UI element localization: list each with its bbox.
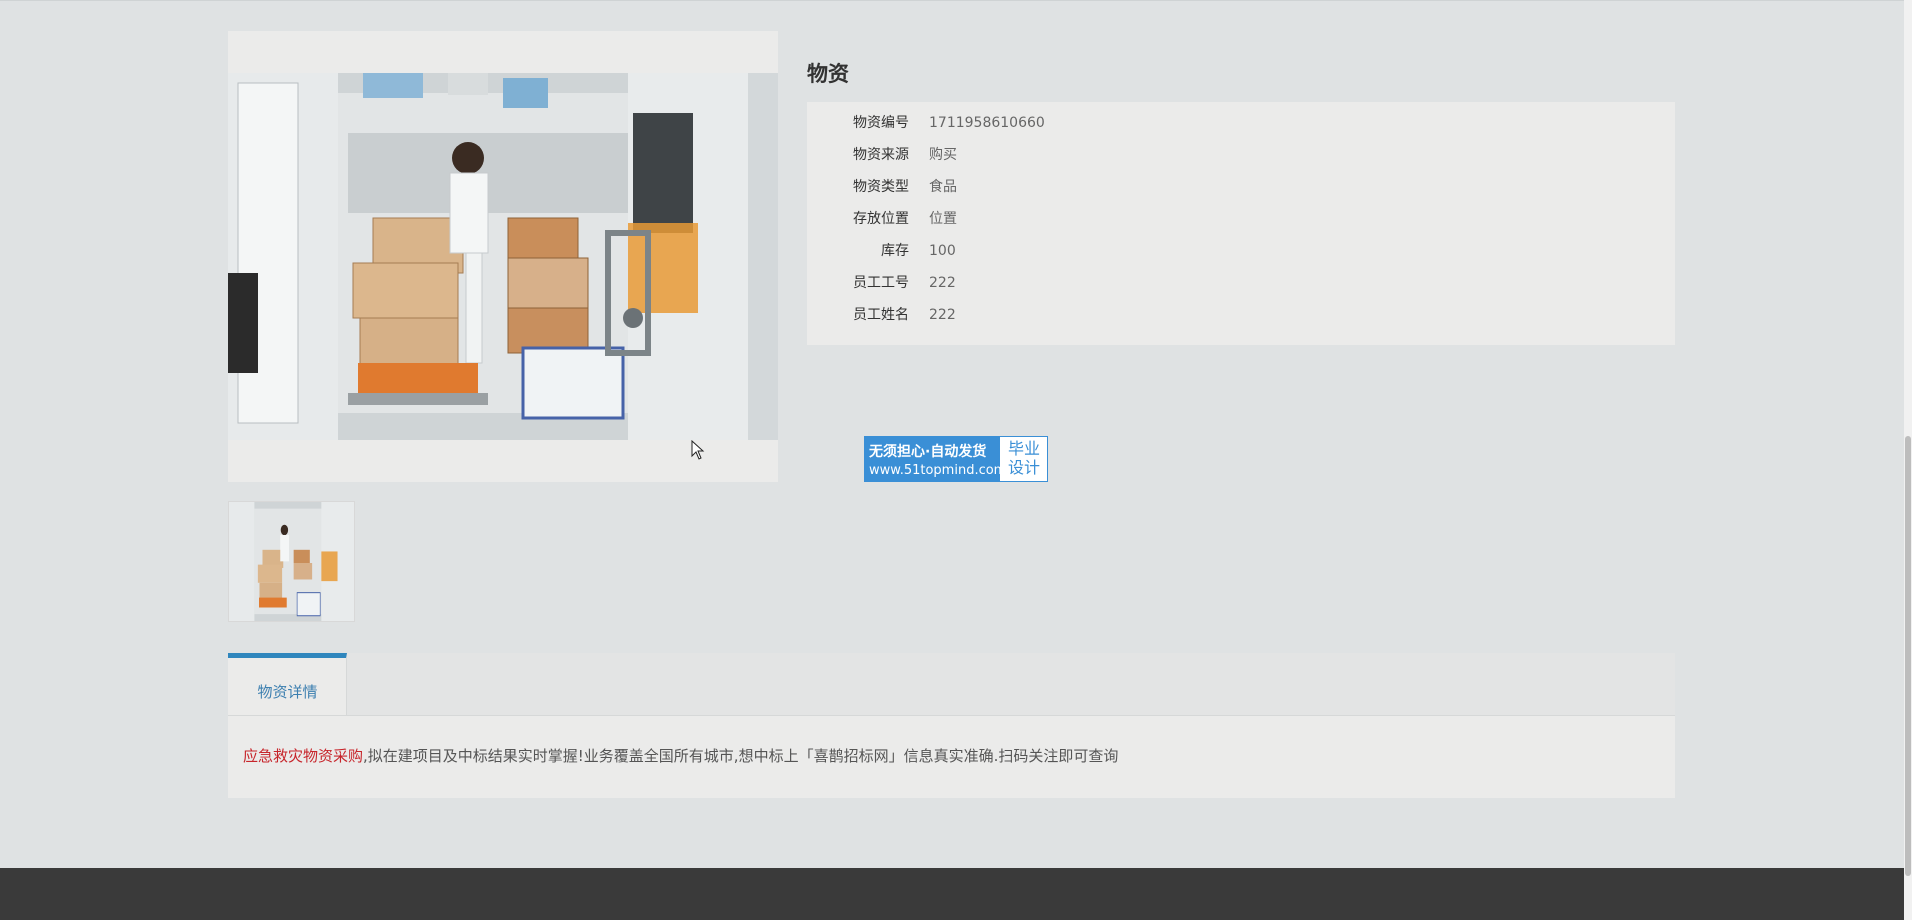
info-label: 库存 [881,243,909,259]
thumbnail-photo [229,502,354,621]
promo-banner-url: www.51topmind.com [869,463,1007,478]
product-title: 物资 [807,62,849,86]
thumbnail-image[interactable] [228,501,355,622]
product-info-panel: 物资编号 1711958610660 物资来源 购买 物资类型 食品 存放位置 … [807,102,1675,345]
content-link[interactable]: 应急救灾物资采购 [243,747,363,765]
info-value: 1711958610660 [929,115,1045,131]
promo-banner-right-line1: 毕业 [1007,439,1040,458]
promo-banner-text: 无须担心·自动发货 [869,444,987,460]
tab-details[interactable]: 物资详情 [228,653,347,715]
info-value: 222 [929,307,956,323]
info-value: 100 [929,243,956,259]
promo-banner[interactable]: 无须担心·自动发货 www.51topmind.com 毕业 设计 [864,436,1048,482]
main-photo-frame [228,31,778,482]
promo-banner-left: 无须担心·自动发货 www.51topmind.com [865,437,1006,481]
vertical-scrollbar[interactable] [1904,0,1912,920]
info-value: 食品 [929,179,957,195]
main-photo[interactable] [228,73,778,440]
page-footer [0,868,1904,920]
promo-banner-right-line2: 设计 [1007,458,1040,477]
tab-content: 应急救灾物资采购,拟在建项目及中标结果实时掌握!业务覆盖全国所有城市,想中标上「… [243,745,1118,766]
info-label: 物资编号 [853,115,909,131]
info-label: 员工姓名 [853,307,909,323]
info-label: 存放位置 [853,211,909,227]
detail-tab-panel: 物资详情 应急救灾物资采购,拟在建项目及中标结果实时掌握!业务覆盖全国所有城市,… [228,653,1675,798]
promo-banner-right: 毕业 设计 [1002,439,1046,477]
scrollbar-thumb[interactable] [1905,436,1911,876]
info-label: 物资来源 [853,147,909,163]
tab-details-label: 物资详情 [257,683,318,701]
info-value: 购买 [929,147,957,163]
tab-bar: 物资详情 [228,653,1675,716]
info-value: 位置 [929,211,957,227]
content-text: ,拟在建项目及中标结果实时掌握!业务覆盖全国所有城市,想中标上「喜鹊招标网」信息… [363,747,1119,765]
top-divider [0,0,1904,1]
mouse-cursor-icon [691,440,705,460]
info-label: 员工工号 [853,275,909,291]
info-value: 222 [929,275,956,291]
info-label: 物资类型 [853,179,909,195]
